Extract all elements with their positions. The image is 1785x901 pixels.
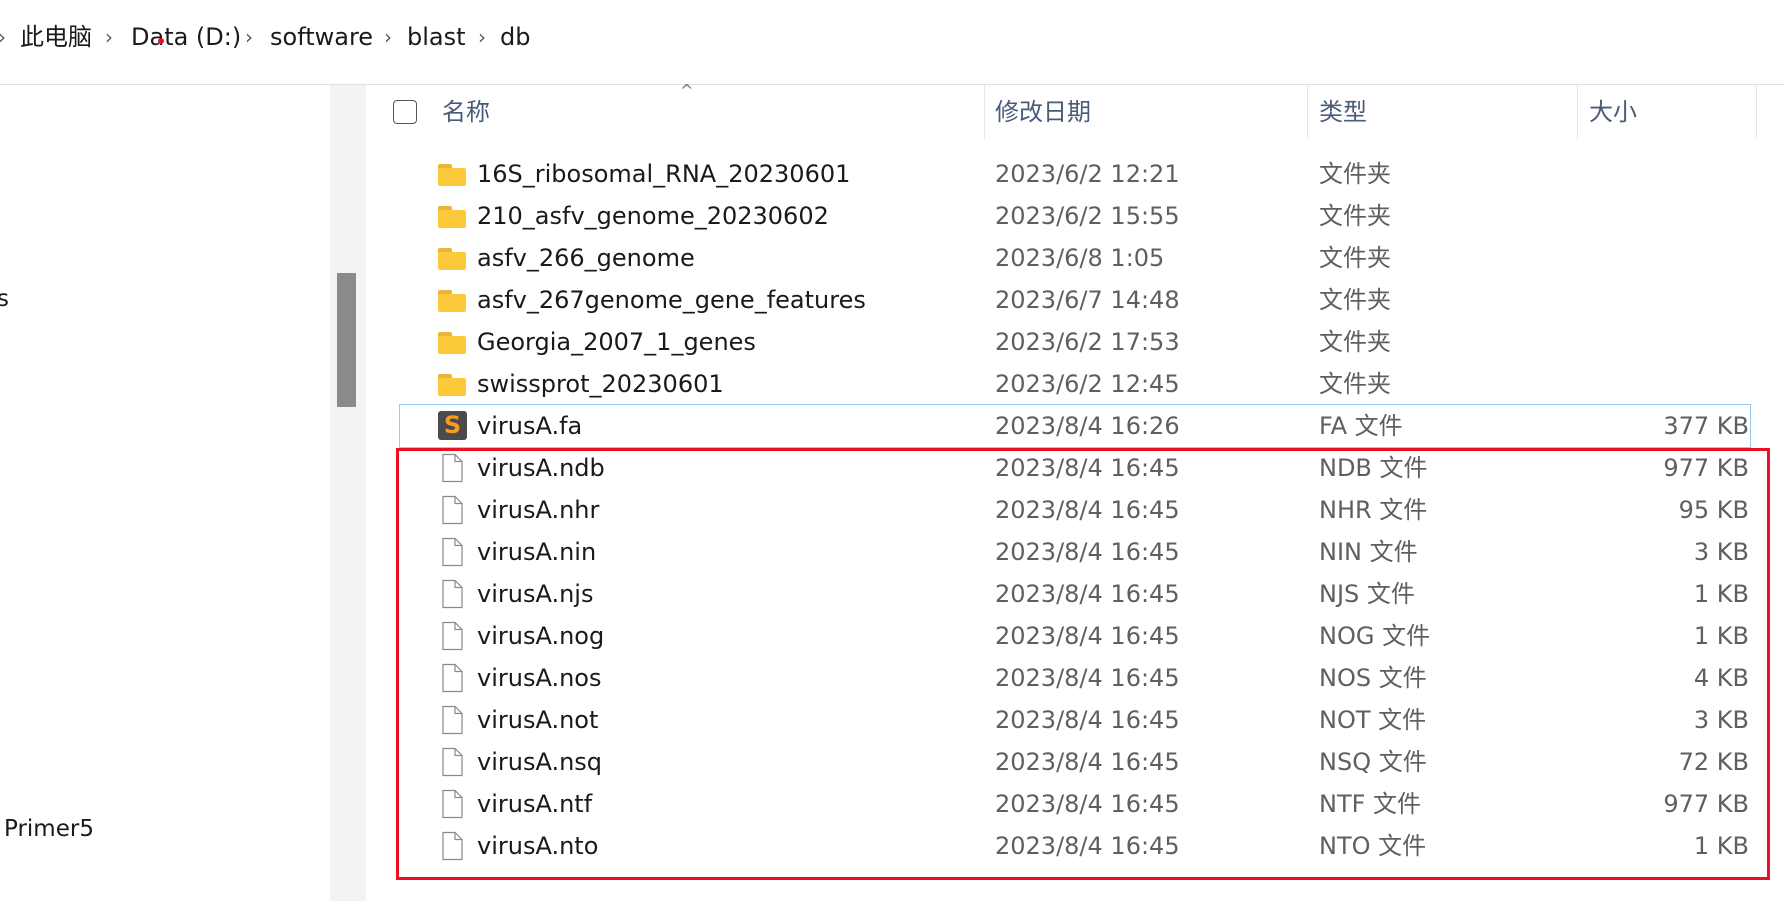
file-name: 16S_ribosomal_RNA_20230601: [477, 160, 851, 188]
column-divider[interactable]: [984, 85, 985, 139]
breadcrumb-db[interactable]: db: [500, 20, 530, 54]
file-type: 文件夹: [1319, 244, 1391, 272]
file-name: swissprot_20230601: [477, 370, 724, 398]
navigation-pane: s Primer5: [0, 85, 330, 901]
chevron-right-icon[interactable]: ›: [245, 22, 253, 52]
breadcrumb-blast[interactable]: blast: [407, 20, 466, 54]
file-size: 377 KB: [1663, 412, 1749, 440]
sublime-text-icon: S: [437, 411, 467, 441]
address-bar[interactable]: › 此电脑 › Data (D:) › software › blast › d…: [0, 0, 1785, 85]
nav-scrollbar[interactable]: [330, 85, 366, 901]
file-date: 2023/8/4 16:26: [995, 412, 1180, 440]
folder-icon: [437, 369, 467, 399]
file-name: Georgia_2007_1_genes: [477, 328, 756, 356]
chevron-right-icon[interactable]: ›: [478, 22, 486, 52]
file-name: asfv_266_genome: [477, 244, 695, 272]
chevron-right-icon[interactable]: ›: [105, 22, 113, 52]
column-type[interactable]: 类型: [1319, 95, 1367, 129]
file-name: asfv_267genome_gene_features: [477, 286, 866, 314]
nav-item-primer5[interactable]: Primer5: [4, 816, 94, 842]
file-row[interactable]: swissprot_20230601 2023/6/2 12:45 文件夹: [400, 363, 1750, 405]
breadcrumb-software[interactable]: software: [270, 20, 373, 54]
folder-icon: [437, 159, 467, 189]
file-type: 文件夹: [1319, 160, 1391, 188]
file-date: 2023/6/7 14:48: [995, 286, 1180, 314]
column-divider[interactable]: [1307, 85, 1308, 139]
file-type: 文件夹: [1319, 328, 1391, 356]
file-date: 2023/6/2 12:45: [995, 370, 1180, 398]
folder-icon: [437, 285, 467, 315]
file-name: virusA.fa: [477, 412, 583, 440]
file-row[interactable]: Georgia_2007_1_genes 2023/6/2 17:53 文件夹: [400, 321, 1750, 363]
file-row[interactable]: asfv_266_genome 2023/6/8 1:05 文件夹: [400, 237, 1750, 279]
file-type: 文件夹: [1319, 286, 1391, 314]
file-row[interactable]: 210_asfv_genome_20230602 2023/6/2 15:55 文件…: [400, 195, 1750, 237]
file-date: 2023/6/2 12:21: [995, 160, 1180, 188]
nav-scrollbar-thumb[interactable]: [337, 273, 356, 407]
folder-icon: [437, 201, 467, 231]
select-all-checkbox[interactable]: [393, 100, 417, 124]
file-date: 2023/6/8 1:05: [995, 244, 1165, 272]
sort-up-icon: ^: [680, 81, 694, 100]
chevron-right-icon[interactable]: ›: [0, 22, 6, 52]
file-type: 文件夹: [1319, 202, 1391, 230]
column-name[interactable]: 名称: [442, 95, 490, 129]
file-type: FA 文件: [1319, 412, 1403, 440]
breadcrumb-this-pc[interactable]: 此电脑: [20, 20, 92, 54]
cursor-dot: [158, 38, 164, 44]
column-date[interactable]: 修改日期: [995, 95, 1091, 129]
folder-icon: [437, 243, 467, 273]
file-row[interactable]: asfv_267genome_gene_features 2023/6/7 14:…: [400, 279, 1750, 321]
file-row[interactable]: 16S_ribosomal_RNA_20230601 2023/6/2 12:21…: [400, 153, 1750, 195]
chevron-right-icon[interactable]: ›: [384, 22, 392, 52]
column-divider[interactable]: [1756, 85, 1757, 139]
file-type: 文件夹: [1319, 370, 1391, 398]
file-name: 210_asfv_genome_20230602: [477, 202, 829, 230]
folder-icon: [437, 327, 467, 357]
breadcrumb-data-drive[interactable]: Data (D:): [131, 20, 241, 54]
file-row[interactable]: SvirusA.fa 2023/8/4 16:26 FA 文件 377 KB: [399, 404, 1751, 448]
file-date: 2023/6/2 17:53: [995, 328, 1180, 356]
column-size[interactable]: 大小: [1589, 95, 1637, 129]
nav-item[interactable]: s: [0, 286, 9, 312]
highlight-annotation-box: [396, 448, 1770, 880]
column-divider[interactable]: [1577, 85, 1578, 139]
file-date: 2023/6/2 15:55: [995, 202, 1180, 230]
